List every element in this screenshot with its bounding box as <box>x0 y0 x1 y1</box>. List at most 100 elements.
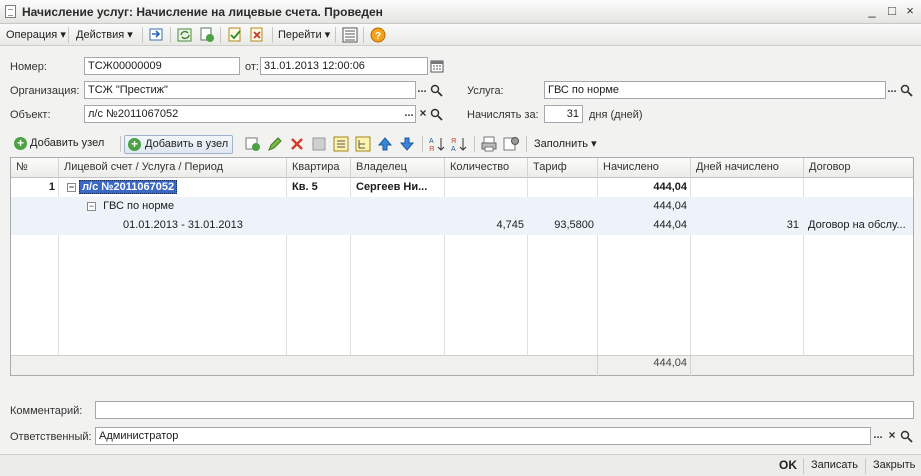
days-unit-label: дня (дней) <box>589 109 643 121</box>
collapse-icon[interactable]: − <box>87 201 96 211</box>
delete-icon[interactable] <box>288 135 306 153</box>
date-label: от: <box>245 61 259 73</box>
ok-button[interactable]: OK <box>779 458 797 472</box>
responsible-field[interactable]: Администратор <box>95 427 871 445</box>
column-header[interactable]: Лицевой счет / Услуга / Период <box>59 158 287 178</box>
column-header[interactable]: Договор <box>804 158 913 178</box>
move-to-node-icon[interactable] <box>332 135 350 153</box>
search-icon[interactable] <box>430 84 443 97</box>
table-body: 1 − л/с №2011067052 Кв. 5 Сергеев Ни... … <box>11 178 913 355</box>
unpost-document-icon[interactable] <box>248 26 266 44</box>
settings-icon[interactable] <box>502 135 520 153</box>
account-cell: л/с №2011067052 <box>79 180 178 194</box>
bottom-bar: OK Записать Закрыть <box>0 454 921 476</box>
hierarchy-icon[interactable] <box>354 135 372 153</box>
search-icon[interactable] <box>900 430 913 443</box>
column-header[interactable]: № <box>11 158 59 178</box>
service-field[interactable]: ГВС по норме <box>544 81 886 99</box>
actions-menu[interactable]: Действия ▾ <box>76 28 133 43</box>
search-icon[interactable] <box>430 108 443 121</box>
column-header[interactable]: Начислено <box>598 158 691 178</box>
table-row[interactable]: 01.01.2013 - 31.01.2013 4,745 93,5800 44… <box>11 216 913 235</box>
close-button[interactable]: Закрыть <box>873 459 915 471</box>
goto-menu[interactable]: Перейти ▾ <box>278 28 330 43</box>
total-charged: 444,04 <box>653 357 687 369</box>
close-window-button[interactable]: × <box>902 4 918 20</box>
charged-cell: 444,04 <box>653 181 687 193</box>
charged-cell: 444,04 <box>653 200 687 212</box>
object-field[interactable]: л/с №2011067052 <box>84 105 416 123</box>
minimize-button[interactable]: _ <box>864 4 880 20</box>
service-select-button[interactable]: ... <box>885 82 899 100</box>
search-icon[interactable] <box>900 84 913 97</box>
copy-icon[interactable] <box>198 26 216 44</box>
period-cell: 01.01.2013 - 31.01.2013 <box>123 219 243 231</box>
column-header[interactable]: Квартира <box>287 158 351 178</box>
add-row-icon[interactable] <box>244 135 262 153</box>
date-field[interactable]: 31.01.2013 12:00:06 <box>260 57 428 75</box>
responsible-label: Ответственный: <box>10 431 92 443</box>
add-node-button[interactable]: + Добавить узел <box>12 135 104 154</box>
sort-descending-icon[interactable]: ЯA <box>450 135 468 153</box>
service-label: Услуга: <box>467 85 504 97</box>
service-cell: ГВС по норме <box>103 200 175 212</box>
apartment-cell: Кв. 5 <box>292 181 318 193</box>
comment-field[interactable] <box>95 401 914 419</box>
quantity-cell: 4,745 <box>496 219 524 231</box>
table-row[interactable]: 1 − л/с №2011067052 Кв. 5 Сергеев Ни... … <box>11 178 913 197</box>
organization-label: Организация: <box>10 85 80 97</box>
post-document-icon[interactable] <box>226 26 244 44</box>
row-number: 1 <box>48 181 55 193</box>
svg-text:A: A <box>451 146 456 153</box>
organization-field[interactable]: ТСЖ "Престиж" <box>84 81 416 99</box>
structure-icon[interactable] <box>341 26 359 44</box>
comment-label: Комментарий: <box>10 405 83 417</box>
svg-text:Я: Я <box>451 138 456 145</box>
number-field[interactable]: ТСЖ00000009 <box>84 57 240 75</box>
object-label: Объект: <box>10 109 51 121</box>
organization-select-button[interactable]: ... <box>415 82 429 100</box>
svg-text:?: ? <box>375 31 381 42</box>
column-header[interactable]: Дней начислено <box>691 158 804 178</box>
number-label: Номер: <box>10 61 47 73</box>
responsible-select-button[interactable]: ... <box>871 428 885 446</box>
column-header[interactable]: Владелец <box>351 158 445 178</box>
table-footer: 444,04 <box>11 355 913 376</box>
window-titlebar: Начисление услуг: Начисление на лицевые … <box>0 0 921 24</box>
sort-ascending-icon[interactable]: AЯ <box>428 135 446 153</box>
charged-cell: 444,04 <box>653 219 687 231</box>
move-down-icon[interactable] <box>398 135 416 153</box>
column-header[interactable]: Количество <box>445 158 528 178</box>
collapse-icon[interactable]: − <box>67 182 76 192</box>
add-to-node-button[interactable]: + Добавить в узел <box>124 135 234 154</box>
fill-menu[interactable]: Заполнить ▾ <box>534 137 597 152</box>
maximize-button[interactable]: □ <box>884 4 900 20</box>
tariff-cell: 93,5800 <box>554 219 594 231</box>
document-icon <box>5 5 16 18</box>
calendar-icon[interactable] <box>430 59 444 73</box>
add-icon: + <box>14 137 27 150</box>
clear-icon[interactable]: × <box>885 428 899 446</box>
refresh-icon[interactable] <box>176 26 194 44</box>
charges-table[interactable]: № Лицевой счет / Услуга / Период Квартир… <box>10 157 914 376</box>
edit-icon[interactable] <box>266 135 284 153</box>
post-and-close-icon[interactable] <box>148 26 166 44</box>
svg-text:A: A <box>429 138 434 145</box>
operation-menu[interactable]: Операция ▾ <box>6 28 66 43</box>
help-icon[interactable]: ? <box>369 26 387 44</box>
add-icon: + <box>128 138 141 151</box>
window-title: Начисление услуг: Начисление на лицевые … <box>22 5 383 19</box>
days-charged-cell: 31 <box>786 219 799 231</box>
main-toolbar: Операция ▾ Действия ▾ Перейти ▾ ? <box>0 24 921 46</box>
column-header[interactable]: Тариф <box>528 158 598 178</box>
charge-days-field[interactable]: 31 <box>544 105 583 123</box>
end-edit-icon[interactable] <box>310 135 328 153</box>
clear-icon[interactable]: × <box>416 106 430 124</box>
charge-for-label: Начислять за: <box>467 109 539 121</box>
table-toolbar: + Добавить узел + Добавить в узел AЯ ЯA За… <box>10 133 914 155</box>
move-up-icon[interactable] <box>376 135 394 153</box>
table-row[interactable]: − ГВС по норме 444,04 <box>11 197 913 216</box>
object-select-button[interactable]: ... <box>402 106 416 124</box>
save-button[interactable]: Записать <box>811 459 858 471</box>
print-icon[interactable] <box>480 135 498 153</box>
